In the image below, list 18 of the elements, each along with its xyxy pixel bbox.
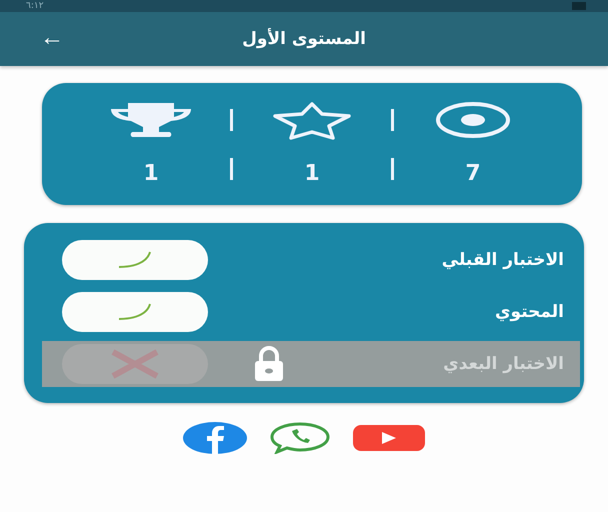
check-icon bbox=[118, 251, 152, 269]
star-icon bbox=[271, 102, 353, 140]
stat-value: 1 bbox=[304, 161, 320, 186]
status-time: ٦:١٢ bbox=[26, 1, 44, 11]
target-icon bbox=[435, 102, 511, 138]
lesson-row[interactable]: الاختبار القبلي bbox=[42, 237, 580, 283]
page-title: المستوى الأول bbox=[242, 29, 366, 49]
battery-icon bbox=[572, 2, 586, 10]
trophy-icon bbox=[108, 102, 194, 140]
check-icon bbox=[118, 303, 152, 321]
lesson-row[interactable]: المحتوي bbox=[42, 289, 580, 335]
facebook-icon[interactable] bbox=[182, 421, 248, 455]
stat-value: 1 bbox=[143, 161, 159, 186]
youtube-icon[interactable] bbox=[352, 424, 426, 452]
stat-value: 7 bbox=[465, 160, 481, 186]
lock-icon bbox=[254, 346, 284, 382]
whatsapp-icon[interactable] bbox=[270, 422, 330, 454]
back-button[interactable]: ← bbox=[36, 24, 68, 52]
